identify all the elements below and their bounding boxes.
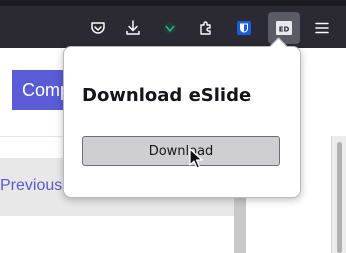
bitwarden-icon <box>237 21 251 35</box>
extensions-puzzle-icon <box>200 21 211 35</box>
eslide-icon-label: ED <box>279 25 290 33</box>
pocket-icon <box>91 22 105 34</box>
downloads-button[interactable] <box>117 12 149 44</box>
page-scrollbar-thumb[interactable] <box>337 142 342 253</box>
dark-extension-button[interactable] <box>154 12 186 44</box>
app-menu-button[interactable] <box>306 12 338 44</box>
bitwarden-button[interactable] <box>228 12 260 44</box>
page-scrollbar[interactable] <box>331 136 346 253</box>
extension-popup: Download eSlide Download <box>63 46 301 198</box>
download-button[interactable]: Download <box>82 136 280 166</box>
downloads-icon <box>126 20 140 35</box>
hamburger-menu-icon <box>315 22 329 34</box>
extension-icon <box>164 22 176 34</box>
popup-title: Download eSlide <box>82 85 252 106</box>
browser-toolbar: ED <box>0 0 346 48</box>
mouse-cursor-icon <box>189 148 203 169</box>
previous-link[interactable]: Previous <box>0 177 62 195</box>
eslide-extension-button[interactable]: ED <box>268 12 300 44</box>
eslide-extension-icon: ED <box>276 21 292 35</box>
extensions-button[interactable] <box>190 12 222 44</box>
tab-strip-edge <box>0 0 346 6</box>
pocket-button[interactable] <box>82 12 114 44</box>
